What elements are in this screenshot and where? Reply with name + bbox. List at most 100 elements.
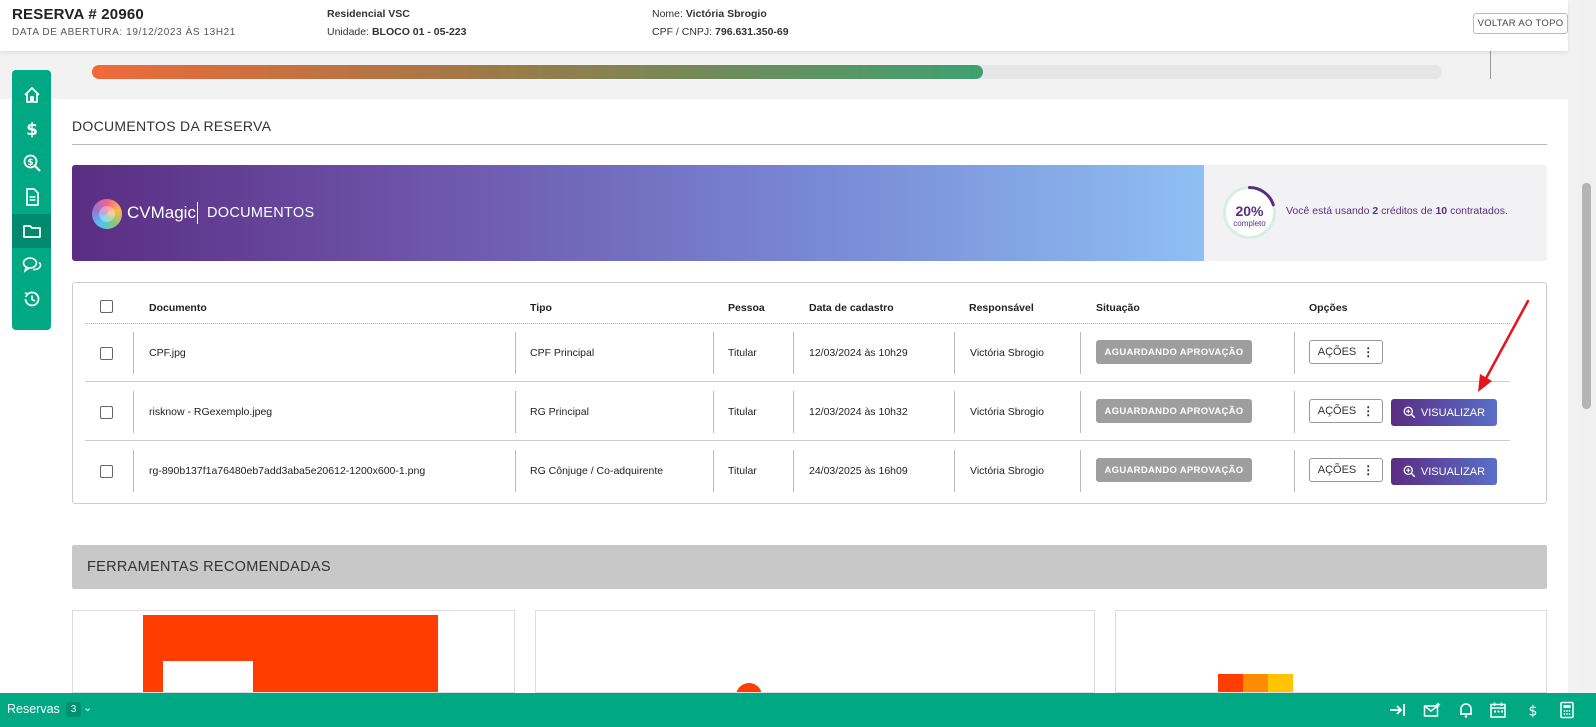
view-label: VISUALIZAR	[1420, 406, 1486, 419]
page-scrollbar[interactable]	[1578, 0, 1596, 693]
more-vertical-icon: ⋮	[1362, 463, 1375, 477]
divider	[133, 450, 134, 492]
divider	[1294, 391, 1295, 433]
more-vertical-icon: ⋮	[1362, 404, 1375, 418]
cvmagic-banner: CVMagic DOCUMENTOS 20% completo Você est…	[72, 165, 1547, 261]
document-date: 12/03/2024 às 10h32	[809, 406, 908, 418]
divider	[515, 391, 516, 433]
banner-label: DOCUMENTOS	[207, 205, 315, 221]
view-document-button[interactable]: VISUALIZAR	[1391, 458, 1497, 485]
progress-bar	[92, 65, 1442, 79]
scrollbar-thumb[interactable]	[1582, 183, 1591, 409]
document-name: rg-890b137f1a76480eb7add3aba5e20612-1200…	[149, 465, 426, 477]
column-header-opcoes: Opções	[1309, 302, 1348, 314]
column-header-tipo: Tipo	[530, 302, 552, 314]
table-row: risknow - RGexemplo.jpeg RG Principal Ti…	[85, 383, 1510, 441]
bottom-toolbar: Reservas 3 ⌄ ★ $	[0, 693, 1596, 727]
sidebar-item-contrato[interactable]	[12, 180, 51, 214]
sidebar-item-documentos[interactable]	[12, 214, 51, 248]
row-checkbox[interactable]	[100, 347, 113, 360]
calculator-icon[interactable]	[1556, 700, 1578, 720]
credits-suffix: contratados.	[1450, 205, 1508, 217]
divider	[133, 391, 134, 433]
actions-label: AÇÕES	[1317, 405, 1357, 417]
tool-logo-shape	[163, 661, 253, 692]
document-responsible: Victória Sbrogio	[970, 406, 1044, 418]
row-checkbox[interactable]	[100, 465, 113, 478]
divider	[793, 450, 794, 492]
divider	[1080, 332, 1081, 374]
zoom-in-icon	[1403, 465, 1416, 478]
view-document-button[interactable]: VISUALIZAR	[1391, 399, 1497, 426]
document-type: RG Cônjuge / Co-adquirente	[530, 465, 664, 477]
reservations-menu-label[interactable]: Reservas	[7, 702, 60, 716]
annotation-arrow-icon	[1478, 299, 1530, 392]
reservations-count-badge: 3	[66, 702, 81, 717]
development-name: Residencial VSC	[327, 8, 410, 20]
table-row: CPF.jpg CPF Principal Titular 12/03/2024…	[85, 324, 1510, 382]
folder-icon	[22, 225, 41, 238]
left-sidebar: $ $	[12, 70, 51, 330]
opening-date: DATA DE ABERTURA: 19/12/2023 ÀS 13H21	[12, 27, 236, 38]
divider	[713, 450, 714, 492]
client-name: Nome: Victória Sbrogio	[652, 8, 767, 20]
recommended-tools-header: FERRAMENTAS RECOMENDADAS	[72, 545, 1547, 589]
tool-logo-block	[1268, 674, 1293, 692]
divider	[954, 450, 955, 492]
view-label: VISUALIZAR	[1420, 465, 1486, 478]
column-header-responsavel: Responsável	[969, 302, 1034, 314]
divider	[1294, 332, 1295, 374]
calendar-icon[interactable]	[1487, 700, 1509, 720]
select-all-checkbox[interactable]	[100, 300, 113, 313]
svg-text:$: $	[1529, 704, 1538, 720]
tool-card[interactable]	[72, 610, 515, 693]
tool-logo-icon	[736, 683, 762, 692]
unit-value: BLOCO 01 - 05-223	[371, 26, 467, 38]
reservation-title: RESERVA # 20960	[12, 6, 144, 23]
sidebar-item-financeiro[interactable]: $	[12, 112, 51, 146]
sidebar-item-mensagens[interactable]	[12, 248, 51, 282]
completion-percent: 20%	[1235, 203, 1264, 219]
expand-right-icon[interactable]	[1386, 700, 1408, 720]
credits-used: 2	[1372, 205, 1379, 217]
chevron-down-icon[interactable]: ⌄	[83, 701, 92, 714]
credits-prefix: Você está usando	[1286, 205, 1370, 217]
cpf-value: 796.631.350-69	[715, 26, 789, 38]
back-to-top-button[interactable]: VOLTAR AO TOPO	[1473, 13, 1568, 34]
column-header-documento: Documento	[149, 302, 207, 314]
client-cpf: CPF / CNPJ: 796.631.350-69	[652, 26, 789, 38]
divider	[713, 391, 714, 433]
divider	[133, 332, 134, 374]
document-person: Titular	[728, 465, 757, 477]
dollar-icon[interactable]: $	[1522, 700, 1544, 720]
bell-icon[interactable]	[1455, 700, 1477, 720]
actions-button[interactable]: AÇÕES ⋮	[1309, 399, 1383, 423]
mail-star-icon[interactable]: ★	[1421, 700, 1443, 720]
divider	[793, 332, 794, 374]
document-person: Titular	[728, 347, 757, 359]
history-icon	[24, 291, 39, 307]
tools-title: FERRAMENTAS RECOMENDADAS	[87, 559, 331, 575]
reservation-header: RESERVA # 20960 DATA DE ABERTURA: 19/12/…	[0, 0, 1568, 51]
actions-button[interactable]: AÇÕES ⋮	[1309, 458, 1383, 482]
document-responsible: Victória Sbrogio	[970, 465, 1044, 477]
svg-text:$: $	[26, 120, 38, 139]
name-label: Nome:	[652, 8, 683, 20]
divider	[515, 332, 516, 374]
document-name: risknow - RGexemplo.jpeg	[149, 406, 273, 418]
cpf-label: CPF / CNPJ:	[652, 26, 713, 38]
row-checkbox[interactable]	[100, 406, 113, 419]
sidebar-item-historico[interactable]	[12, 282, 51, 316]
sidebar-item-simulacao[interactable]: $	[12, 146, 51, 180]
credits-info: Você está usando 2 créditos de 10 contra…	[1286, 205, 1508, 217]
divider	[954, 391, 955, 433]
tool-card[interactable]	[1115, 610, 1547, 693]
divider	[72, 144, 1547, 145]
actions-button[interactable]: AÇÕES ⋮	[1309, 340, 1383, 364]
tool-card[interactable]	[535, 610, 1095, 693]
column-header-data: Data de cadastro	[809, 302, 894, 314]
sidebar-item-home[interactable]	[12, 78, 51, 112]
status-badge: AGUARDANDO APROVAÇÃO	[1096, 458, 1252, 482]
unit-label: Unidade:	[327, 26, 370, 38]
chat-icon	[22, 257, 41, 273]
